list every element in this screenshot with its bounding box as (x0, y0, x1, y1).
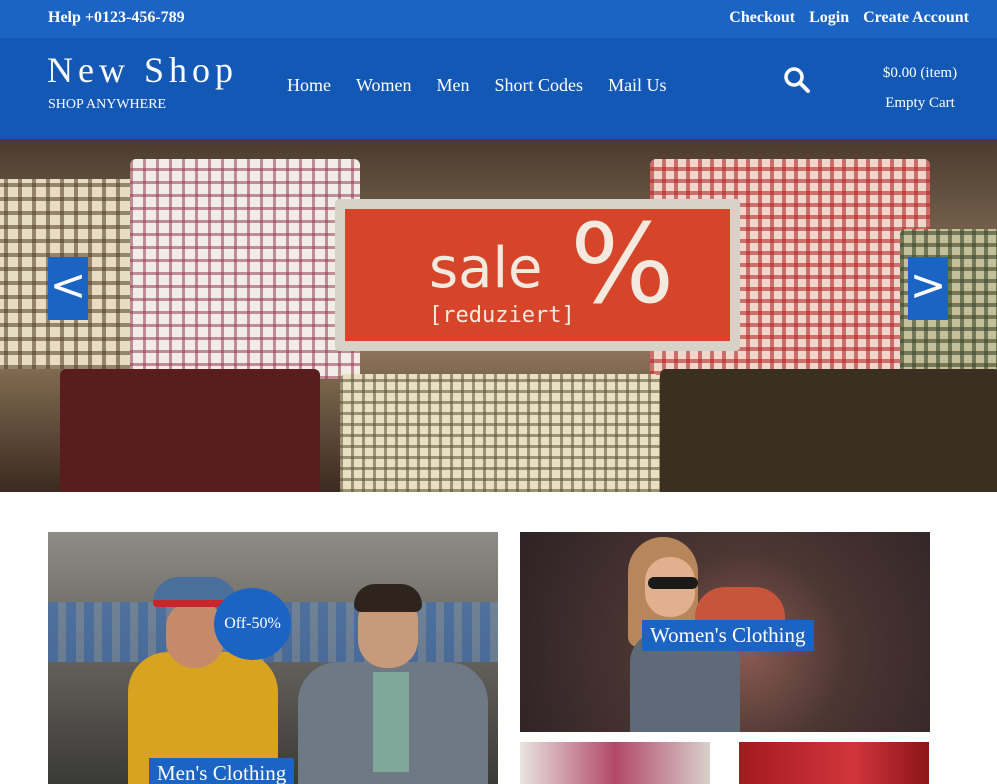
hero-shirt (130, 159, 360, 379)
main-nav: Home Women Men Short Codes Mail Us (287, 75, 667, 96)
top-links: Checkout Login Create Account (729, 9, 969, 27)
sale-sign-word: sale (429, 236, 543, 301)
discount-badge: Off-50% (214, 588, 291, 660)
sale-sign-panel: sale % [reduziert] (345, 209, 730, 341)
top-bar: Help +0123-456-789 Checkout Login Create… (0, 0, 997, 38)
sale-sign: sale % [reduziert] (335, 199, 740, 351)
cart-total: $0.00 (item) (882, 65, 958, 81)
site-header: New Shop SHOP ANYWHERE Home Women Men Sh… (0, 38, 997, 139)
model-figure (648, 577, 698, 589)
hero-banner: sale % [reduziert] < > (0, 139, 997, 492)
hero-shirt (660, 369, 997, 492)
nav-men[interactable]: Men (437, 75, 470, 96)
hero-shirt (340, 374, 660, 492)
create-account-link[interactable]: Create Account (863, 9, 969, 27)
model-figure (354, 584, 422, 612)
search-icon[interactable] (783, 66, 811, 94)
womens-clothing-label[interactable]: Women's Clothing (642, 620, 814, 651)
nav-women[interactable]: Women (356, 75, 412, 96)
sale-sign-sub: [reduziert] (429, 303, 575, 328)
site-tagline: SHOP ANYWHERE (48, 97, 167, 112)
cart-status: Empty Cart (885, 95, 955, 111)
nav-home[interactable]: Home (287, 75, 331, 96)
cart-summary[interactable]: $0.00 (item) Empty Cart (860, 58, 980, 118)
nav-mail-us[interactable]: Mail Us (608, 75, 667, 96)
sale-sign-percent: % (570, 200, 675, 328)
product-tile[interactable] (520, 742, 710, 784)
help-phone: Help +0123-456-789 (48, 9, 185, 26)
login-link[interactable]: Login (809, 9, 849, 27)
mens-clothing-label[interactable]: Men's Clothing (149, 758, 295, 784)
mens-clothing-tile[interactable] (48, 532, 498, 784)
hero-shirt (60, 369, 320, 492)
nav-short-codes[interactable]: Short Codes (495, 75, 584, 96)
site-logo[interactable]: New Shop (47, 49, 238, 91)
product-tile[interactable] (739, 742, 929, 784)
model-figure (373, 672, 409, 772)
slider-prev-button[interactable]: < (48, 257, 88, 320)
slider-next-button[interactable]: > (908, 257, 948, 320)
checkout-link[interactable]: Checkout (729, 9, 795, 27)
